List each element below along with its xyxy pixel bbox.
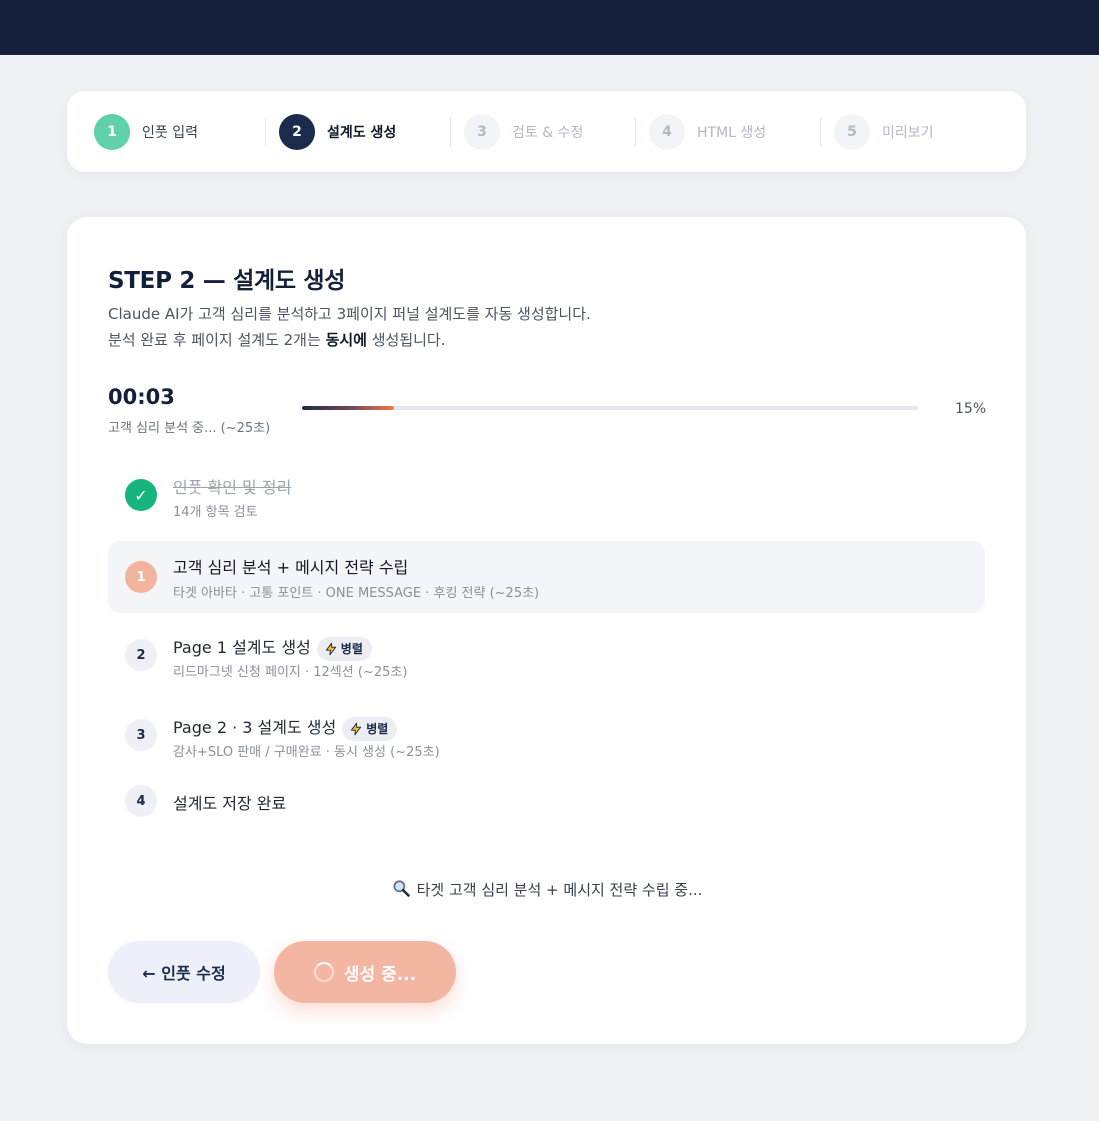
progress-status-text: 고객 심리 분석 중... (~25초) [108,421,271,436]
step-number: 1 [94,113,130,150]
task-title: 인풋 확인 및 정리 [173,478,292,497]
task-title-row: Page 1 설계도 생성 병렬 [173,634,372,661]
parallel-badge-label: 병렬 [340,642,363,656]
task-item-page23: 3 Page 2 · 3 설계도 생성 병렬 감사+SLO 판매 / 구매완료 ·… [108,697,985,777]
step-number: 3 [464,113,500,150]
parallel-badge-label: 병렬 [366,722,389,736]
step-number: 5 [834,113,870,150]
task-item-page1: 2 Page 1 설계도 생성 병렬 리드마그넷 신청 페이지 · 12섹션 (~… [108,617,985,697]
description-emphasis: 동시에 [325,331,367,349]
task-title: Page 2 · 3 설계도 생성 [173,718,337,737]
parallel-badge: 병렬 [316,636,372,661]
step-label: 설계도 생성 [327,124,397,141]
stepper-step-4[interactable]: 4 HTML 생성 [649,112,834,152]
edit-input-button[interactable]: ← 인풋 수정 [108,941,260,1003]
task-title: 고객 심리 분석 + 메시지 전략 수립 [173,558,409,577]
task-list: ✓ 인풋 확인 및 정리 14개 항목 검토 1 고객 심리 분석 + 메시지 … [108,457,985,857]
task-number-badge: 4 [125,785,157,817]
progress-bar [302,406,918,410]
activity-text: 타겟 고객 심리 분석 + 메시지 전략 수립 중... [416,881,703,899]
page-description: Claude AI가 고객 심리를 분석하고 3페이지 퍼널 설계도를 자동 생… [108,301,591,353]
description-line-2: 분석 완료 후 페이지 설계도 2개는 동시에 생성됩니다. [108,327,591,353]
generating-button-label: 생성 중... [343,964,417,985]
stepper-step-1[interactable]: 1 인풋 입력 [94,112,279,152]
task-item-input-check: ✓ 인풋 확인 및 정리 14개 항목 검토 [108,457,985,537]
description-text: 분석 완료 후 페이지 설계도 2개는 [108,331,326,349]
step-label: 인풋 입력 [142,124,198,141]
task-number-badge: 3 [125,719,157,751]
loading-spinner-icon [313,962,334,982]
progress-bar-fill [302,406,395,410]
step-divider [450,117,451,146]
step-divider [265,117,266,146]
progress-stepper: 1 인풋 입력 2 설계도 생성 3 검토 & 수정 4 HTML 생성 5 미… [67,91,1026,172]
task-subtitle: 감사+SLO 판매 / 구매완료 · 동시 생성 (~25초) [173,745,440,760]
page-title: STEP 2 — 설계도 생성 [108,268,346,294]
lightning-icon [325,642,336,655]
task-subtitle: 타겟 아바타 · 고통 포인트 · ONE MESSAGE · 후킹 전략 (~… [173,586,540,601]
task-number-badge: 2 [125,639,157,671]
check-icon: ✓ [125,479,157,511]
task-title: Page 1 설계도 생성 [173,638,311,657]
progress-percent: 15% [955,401,987,417]
step-label: 미리보기 [882,124,934,141]
step-number: 4 [649,113,685,150]
description-line-1: Claude AI가 고객 심리를 분석하고 3페이지 퍼널 설계도를 자동 생… [108,305,591,323]
lightning-icon [351,722,362,735]
task-title: 설계도 저장 완료 [173,794,287,813]
task-title-row: Page 2 · 3 설계도 생성 병렬 [173,714,398,741]
stepper-step-2[interactable]: 2 설계도 생성 [279,112,464,152]
task-number-badge: 1 [125,561,157,593]
stepper-step-5[interactable]: 5 미리보기 [834,112,1019,152]
task-item-customer-analysis: 1 고객 심리 분석 + 메시지 전략 수립 타겟 아바타 · 고통 포인트 ·… [108,541,985,613]
stepper-step-3[interactable]: 3 검토 & 수정 [464,112,649,152]
description-text: 생성됩니다. [366,331,446,349]
elapsed-timer: 00:03 [108,385,175,409]
step-label: HTML 생성 [697,124,767,141]
top-navigation-bar [0,0,1099,55]
step-divider [820,117,821,146]
generation-card: STEP 2 — 설계도 생성 Claude AI가 고객 심리를 분석하고 3… [67,217,1026,1044]
step-divider [635,117,636,146]
task-subtitle: 14개 항목 검토 [173,505,258,520]
parallel-badge: 병렬 [342,716,398,741]
step-label: 검토 & 수정 [512,124,584,141]
task-subtitle: 리드마그넷 신청 페이지 · 12섹션 (~25초) [173,665,408,680]
step-number: 2 [279,113,315,150]
task-item-save: 4 설계도 저장 완료 [108,777,985,857]
current-activity-status: 타겟 고객 심리 분석 + 메시지 전략 수립 중... [67,878,1026,900]
magnifier-icon [392,880,410,897]
generating-button[interactable]: 생성 중... [274,941,456,1003]
